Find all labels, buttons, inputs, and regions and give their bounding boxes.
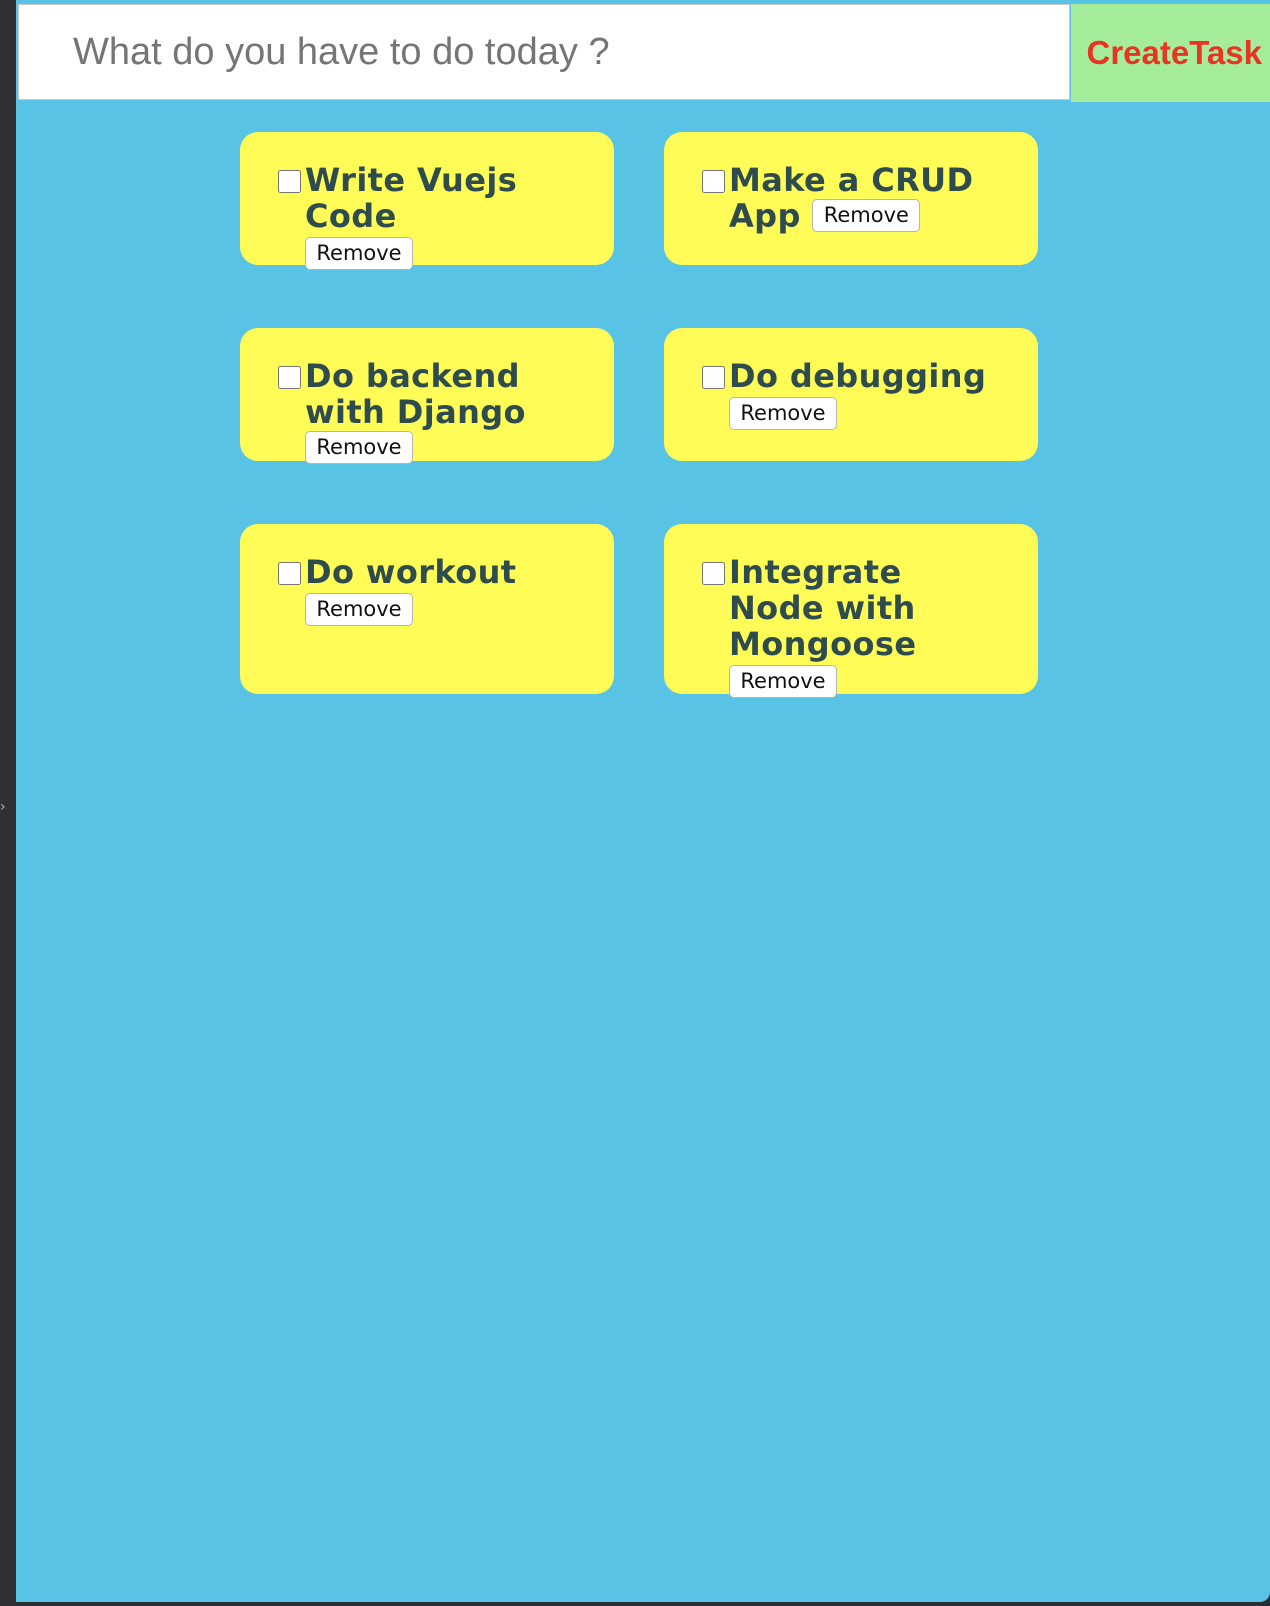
task-text: Do backend with Django <box>305 357 526 431</box>
left-panel-strip: › <box>0 0 16 1606</box>
remove-button[interactable]: Remove <box>305 430 413 464</box>
task-checkbox[interactable] <box>278 170 301 193</box>
task-checkbox[interactable] <box>702 170 725 193</box>
remove-button[interactable]: Remove <box>305 593 413 626</box>
create-task-button[interactable]: CreateTask <box>1071 4 1270 102</box>
task-card: Write Vuejs Code Remove <box>240 132 614 270</box>
remove-button[interactable]: Remove <box>305 237 413 270</box>
task-card: Do workout Remove <box>240 524 614 694</box>
task-text: Write Vuejs Code <box>305 161 518 235</box>
task-checkbox[interactable] <box>278 562 301 585</box>
task-card: Integrate Node with Mongoose Remove <box>664 524 1038 698</box>
task-content: Do workout Remove <box>305 554 580 626</box>
task-content: Do debugging Remove <box>729 358 1004 430</box>
task-text: Do debugging <box>729 357 987 395</box>
todo-app: CreateTask Write Vuejs Code Remove Make … <box>16 0 1270 1602</box>
task-checkbox[interactable] <box>702 366 725 389</box>
task-content: Do backend with Django Remove <box>305 358 595 467</box>
task-content: Make a CRUD App Remove <box>729 162 974 235</box>
task-card: Make a CRUD App Remove <box>664 132 1038 265</box>
task-content: Integrate Node with Mongoose Remove <box>729 554 979 698</box>
remove-button[interactable]: Remove <box>729 397 837 430</box>
task-card: Do debugging Remove <box>664 328 1038 461</box>
task-checkbox[interactable] <box>702 562 725 585</box>
task-entry-bar: CreateTask <box>16 0 1270 104</box>
task-text: Integrate Node with Mongoose <box>729 553 917 663</box>
task-text: Do workout <box>305 553 517 591</box>
remove-button[interactable]: Remove <box>812 198 921 232</box>
task-content: Write Vuejs Code Remove <box>305 162 580 270</box>
task-card: Do backend with Django Remove <box>240 328 614 464</box>
chevron-right-icon[interactable]: › <box>0 800 8 814</box>
task-checkbox[interactable] <box>278 366 301 389</box>
remove-button[interactable]: Remove <box>729 665 837 698</box>
task-input[interactable] <box>18 4 1070 100</box>
